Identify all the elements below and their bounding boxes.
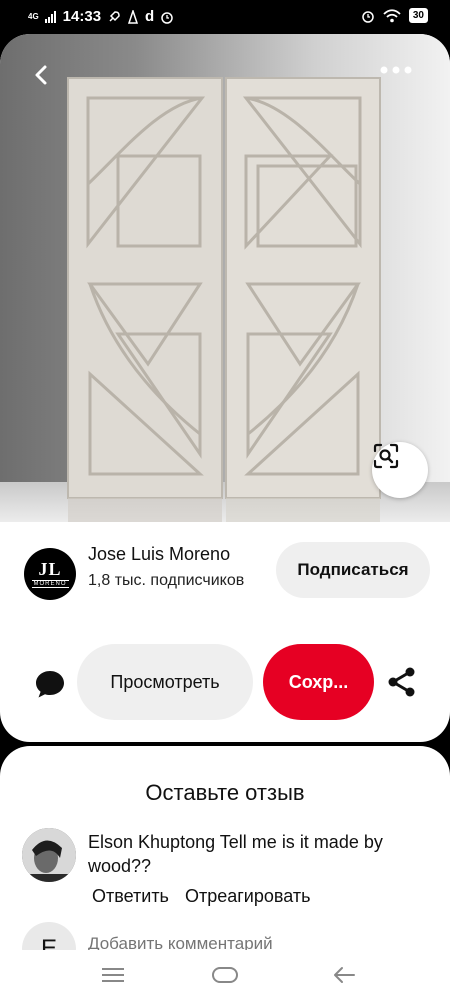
left-door xyxy=(67,77,223,522)
pin-image[interactable] xyxy=(0,34,450,522)
creator-logo-word: MORENO xyxy=(31,580,69,588)
reply-button[interactable]: Ответить xyxy=(92,886,169,907)
comment-actions: Ответить Отреагировать xyxy=(92,886,310,907)
creator-logo-initials: JL xyxy=(38,559,62,579)
system-nav-bar xyxy=(0,950,450,1000)
share-icon[interactable] xyxy=(386,666,418,698)
network-type: 4G xyxy=(28,11,39,21)
status-right: 30 xyxy=(361,8,428,23)
system-back-button[interactable] xyxy=(324,960,364,990)
creator-row: JL MORENO Jose Luis Moreno 1,8 тыс. подп… xyxy=(0,538,450,618)
more-options-button[interactable] xyxy=(380,66,420,96)
cleaner-icon xyxy=(128,9,139,24)
creator-name[interactable]: Jose Luis Moreno xyxy=(88,544,230,565)
visual-search-icon xyxy=(373,443,399,469)
status-bar: 4G 14:33 d 30 xyxy=(0,0,450,34)
menu-icon xyxy=(102,968,124,982)
comment-author[interactable]: Elson Khuptong xyxy=(88,832,215,852)
right-door xyxy=(225,77,381,522)
alarm-icon xyxy=(362,10,374,23)
recent-apps-button[interactable] xyxy=(93,960,133,990)
back-button[interactable] xyxy=(30,64,64,98)
wifi-icon xyxy=(383,8,401,22)
back-icon xyxy=(334,967,355,983)
react-button[interactable]: Отреагировать xyxy=(185,886,311,907)
home-icon xyxy=(212,967,238,983)
battery-icon: 30 xyxy=(408,8,428,23)
home-button[interactable] xyxy=(205,960,245,990)
commenter-photo xyxy=(22,828,76,882)
follower-count: 1,8 тыс. подписчиков xyxy=(88,572,245,589)
signal-icon xyxy=(44,10,56,23)
visual-search-button[interactable] xyxy=(372,442,428,498)
screen: 4G 14:33 d 30 JL MORENO Jose Luis Moreno… xyxy=(0,0,450,1000)
notification-letter: d xyxy=(145,8,155,25)
creator-avatar[interactable]: JL MORENO xyxy=(24,548,76,600)
alarm-icon xyxy=(161,11,173,24)
view-button[interactable]: Просмотреть xyxy=(77,644,253,720)
subscribe-button[interactable]: Подписаться xyxy=(276,542,430,598)
status-left: 4G 14:33 d xyxy=(28,8,174,25)
comment-icon[interactable] xyxy=(34,668,66,700)
rocket-icon xyxy=(109,10,120,22)
more-options-icon xyxy=(380,66,412,74)
comment-body: Elson Khuptong Tell me is it made by woo… xyxy=(88,830,428,878)
save-button[interactable]: Сохр... xyxy=(263,644,374,720)
comments-title: Оставьте отзыв xyxy=(145,780,305,805)
back-arrow-icon xyxy=(35,65,47,85)
commenter-avatar[interactable] xyxy=(22,828,76,882)
pin-card: JL MORENO Jose Luis Moreno 1,8 тыс. подп… xyxy=(0,34,450,742)
action-row: Просмотреть Сохр... xyxy=(0,644,450,720)
clock: 14:33 xyxy=(62,8,102,25)
